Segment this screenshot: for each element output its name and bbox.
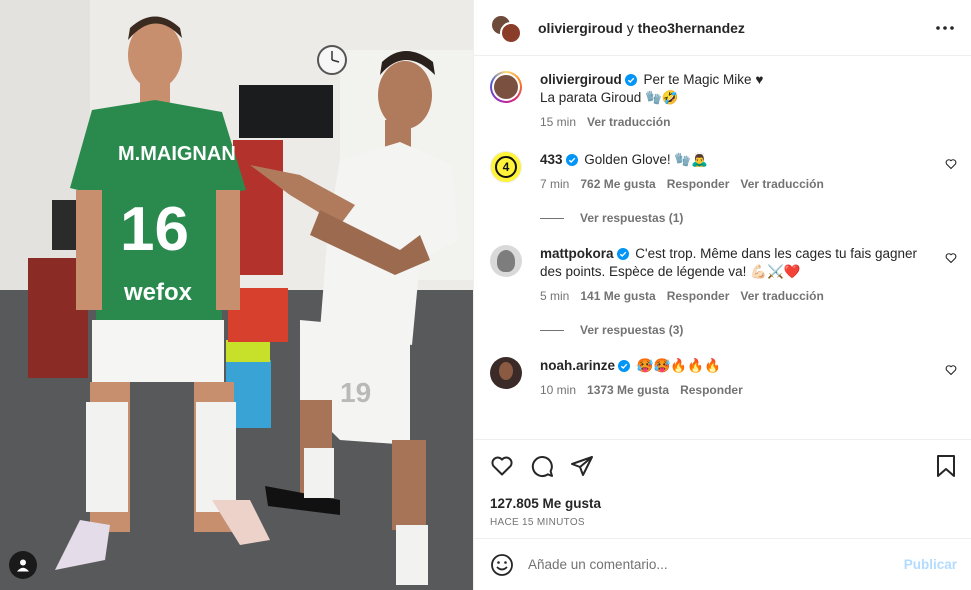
divider xyxy=(540,329,564,331)
jersey-sponsor: wefox xyxy=(123,279,193,306)
save-button[interactable] xyxy=(935,454,957,478)
caption-line-2: La parata Giroud 🧤🤣 xyxy=(540,90,679,105)
emoji-icon xyxy=(491,553,513,576)
bookmark-icon xyxy=(937,455,955,477)
comment-composer: Publicar xyxy=(474,538,971,590)
shorts-number: 19 xyxy=(340,377,371,408)
view-replies-label: Ver respuestas (1) xyxy=(580,211,684,225)
comment-username[interactable]: mattpokora xyxy=(540,246,614,261)
collab-avatars[interactable] xyxy=(490,12,524,44)
comment-likes[interactable]: 141 Me gusta xyxy=(580,289,655,303)
likes-count[interactable]: 127.805 Me gusta xyxy=(490,496,957,511)
reply-button[interactable]: Responder xyxy=(680,383,743,397)
comment: mattpokora C'est trop. Même dans les cag… xyxy=(490,245,957,303)
heart-icon[interactable] xyxy=(945,364,957,376)
post-timestamp: HACE 15 MINUTOS xyxy=(490,517,585,528)
comment-likes[interactable]: 762 Me gusta xyxy=(580,177,655,191)
translate-link[interactable]: Ver traducción xyxy=(740,177,823,191)
translate-link[interactable]: Ver traducción xyxy=(587,115,670,129)
comment-icon xyxy=(531,456,553,478)
comment: noah.arinze 🥵🥵🔥🔥🔥 10 min 1373 Me gusta R… xyxy=(490,357,957,397)
verified-badge-icon xyxy=(618,360,631,372)
verified-badge-icon xyxy=(565,154,578,166)
publish-button[interactable]: Publicar xyxy=(904,557,957,572)
jersey-name: M.MAIGNAN xyxy=(118,143,236,165)
user-tag-button[interactable] xyxy=(9,551,37,579)
comments-list[interactable]: oliviergiroud Per te Magic Mike ♥ La par… xyxy=(474,57,971,438)
post-photo[interactable]: M.MAIGNAN 16 wefox 19 xyxy=(0,0,473,590)
collab-username[interactable]: theo3hernandez xyxy=(638,20,745,36)
view-replies-label: Ver respuestas (3) xyxy=(580,323,684,337)
translate-link[interactable]: Ver traducción xyxy=(740,289,823,303)
more-icon xyxy=(936,25,954,30)
comment-time: 5 min xyxy=(540,289,570,303)
comment-text: 🥵🥵🔥🔥🔥 xyxy=(636,358,721,373)
instagram-post: M.MAIGNAN 16 wefox 19 oliviergiroud y th… xyxy=(0,0,971,590)
view-replies-button[interactable]: Ver respuestas (1) xyxy=(540,211,957,225)
comment-button[interactable] xyxy=(530,454,554,478)
post-side-panel: oliviergiroud y theo3hernandez oliviergi… xyxy=(473,0,971,590)
comment-username[interactable]: noah.arinze xyxy=(540,358,615,373)
avatar[interactable]: 4 xyxy=(490,151,522,183)
verified-badge-icon xyxy=(624,74,637,86)
avatar[interactable] xyxy=(490,245,522,277)
comment-time: 7 min xyxy=(540,177,570,191)
comment-input[interactable] xyxy=(528,557,904,572)
heart-icon[interactable] xyxy=(945,158,957,170)
post-header: oliviergiroud y theo3hernandez xyxy=(474,0,971,56)
reply-button[interactable]: Responder xyxy=(667,177,730,191)
comment: 4 433 Golden Glove! 🧤🙇‍♂️ 7 min 762 Me g… xyxy=(490,151,957,191)
collab-conjunction: y xyxy=(626,19,634,36)
comment-text: Golden Glove! 🧤🙇‍♂️ xyxy=(584,152,708,167)
reply-button[interactable]: Responder xyxy=(667,289,730,303)
divider xyxy=(540,217,564,219)
collab-names: oliviergiroud y theo3hernandez xyxy=(538,20,933,36)
comment-time: 10 min xyxy=(540,383,577,397)
author-username[interactable]: oliviergiroud xyxy=(538,20,623,36)
view-replies-button[interactable]: Ver respuestas (3) xyxy=(540,323,957,337)
share-icon xyxy=(571,456,593,476)
verified-badge-icon xyxy=(616,248,629,260)
avatar[interactable] xyxy=(490,357,522,389)
post-actions: 127.805 Me gusta HACE 15 MINUTOS xyxy=(474,439,971,528)
emoji-button[interactable] xyxy=(490,553,514,577)
avatar[interactable] xyxy=(490,71,522,103)
user-tag-icon xyxy=(17,559,29,572)
photo-illustration: M.MAIGNAN 16 wefox 19 xyxy=(0,0,473,590)
heart-icon xyxy=(491,456,513,476)
avatar xyxy=(500,21,522,44)
brand-logo-icon: 4 xyxy=(495,156,517,178)
share-button[interactable] xyxy=(570,454,594,478)
caption-line-1: Per te Magic Mike ♥ xyxy=(643,72,764,87)
heart-icon[interactable] xyxy=(945,252,957,264)
caption: oliviergiroud Per te Magic Mike ♥ La par… xyxy=(490,71,957,129)
comment-likes[interactable]: 1373 Me gusta xyxy=(587,383,669,397)
more-options-button[interactable] xyxy=(933,16,957,40)
caption-username[interactable]: oliviergiroud xyxy=(540,72,622,87)
like-button[interactable] xyxy=(490,454,514,478)
caption-time: 15 min xyxy=(540,115,577,129)
jersey-number: 16 xyxy=(120,195,189,264)
comment-username[interactable]: 433 xyxy=(540,152,563,167)
